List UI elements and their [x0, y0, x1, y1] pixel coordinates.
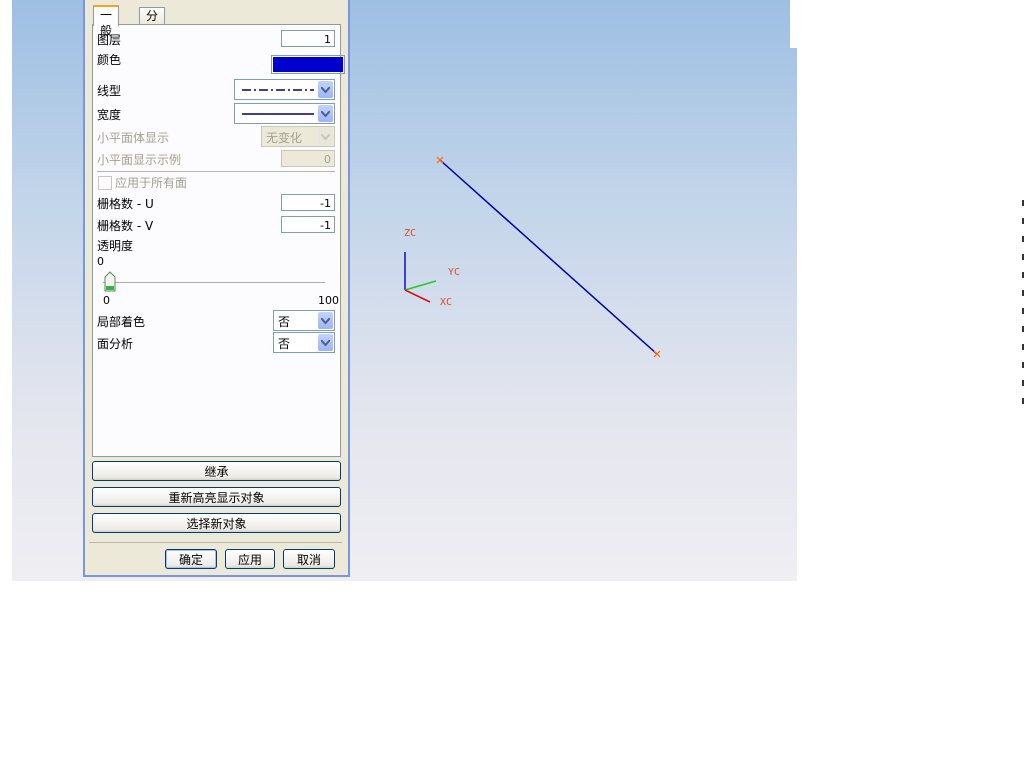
slider-min-label: 0 [103, 294, 110, 307]
grid-v-label: 栅格数 - V [97, 219, 154, 233]
facet-example-input[interactable]: 0 [281, 150, 335, 167]
dash-dot-line-icon [242, 89, 314, 91]
general-tab-panel: 图层 1 颜色 线型 宽度 小平面体显示 无变化 小平面显示示例 0 应用于所有… [92, 24, 345, 457]
facet-example-label: 小平面显示示例 [97, 153, 182, 167]
partial-shading-value: 否 [278, 315, 291, 329]
transparency-slider-track[interactable] [103, 282, 325, 284]
partial-shading-dropdown[interactable]: 否 [273, 310, 335, 331]
line-start-point[interactable] [436, 156, 444, 164]
apply-all-faces-checkbox[interactable] [98, 176, 112, 190]
linetype-label: 线型 [97, 84, 122, 98]
chevron-down-icon[interactable] [318, 81, 333, 98]
facet-display-dropdown[interactable]: 无变化 [261, 126, 335, 147]
transparency-value: 0 [97, 255, 104, 268]
solid-line-icon [242, 113, 314, 115]
yc-axis [404, 280, 437, 291]
color-label: 颜色 [97, 53, 122, 67]
chevron-down-icon[interactable] [318, 128, 333, 145]
wcs-triad-icon [404, 252, 437, 303]
apply-all-faces-label: 应用于所有面 [115, 176, 188, 190]
tab-general[interactable]: 一般 [93, 5, 120, 38]
color-swatch-button[interactable] [271, 55, 345, 74]
chevron-down-icon[interactable] [318, 312, 333, 329]
inherit-button[interactable]: 继承 [92, 461, 341, 481]
chevron-down-icon[interactable] [318, 334, 333, 351]
face-analysis-value: 否 [278, 337, 291, 351]
transparency-slider-thumb[interactable] [103, 271, 117, 293]
linetype-dropdown[interactable] [234, 79, 335, 100]
transparency-label: 透明度 [97, 239, 134, 253]
width-label: 宽度 [97, 108, 122, 122]
object-display-dialog: 一般 分析 图层 1 颜色 线型 宽度 小平面体显示 无变化 [83, 0, 350, 577]
line-end-point[interactable] [653, 350, 661, 358]
face-analysis-dropdown[interactable]: 否 [273, 332, 335, 353]
yc-axis-label: YC [448, 267, 461, 278]
tab-analysis[interactable]: 分析 [139, 7, 166, 39]
partial-shading-label: 局部着色 [97, 315, 146, 329]
facet-display-label: 小平面体显示 [97, 131, 170, 145]
offscreen-window-edge [1020, 200, 1024, 444]
section-divider [97, 171, 335, 172]
xc-axis-label: XC [440, 297, 453, 308]
facet-display-value: 无变化 [266, 131, 303, 145]
select-new-objects-button[interactable]: 选择新对象 [92, 513, 341, 533]
face-analysis-label: 面分析 [97, 337, 134, 351]
footer-divider [89, 542, 342, 543]
selected-line-curve[interactable] [439, 159, 658, 355]
line-width-dropdown[interactable] [234, 103, 335, 124]
apply-button[interactable]: 应用 [225, 549, 275, 569]
grid-u-label: 栅格数 - U [97, 197, 154, 211]
slider-max-label: 100 [318, 294, 339, 307]
rehighlight-objects-button[interactable]: 重新高亮显示对象 [92, 487, 341, 507]
zc-axis-label: ZC [404, 228, 417, 239]
color-swatch-fill [273, 57, 343, 72]
xc-axis [404, 289, 431, 303]
grid-u-input[interactable]: -1 [281, 194, 335, 211]
viewport-background-gap [790, 0, 798, 48]
ok-button[interactable]: 确定 [165, 549, 217, 569]
grid-v-input[interactable]: -1 [281, 216, 335, 233]
chevron-down-icon[interactable] [318, 105, 333, 122]
cancel-button[interactable]: 取消 [283, 549, 335, 569]
layer-input[interactable]: 1 [281, 30, 335, 47]
